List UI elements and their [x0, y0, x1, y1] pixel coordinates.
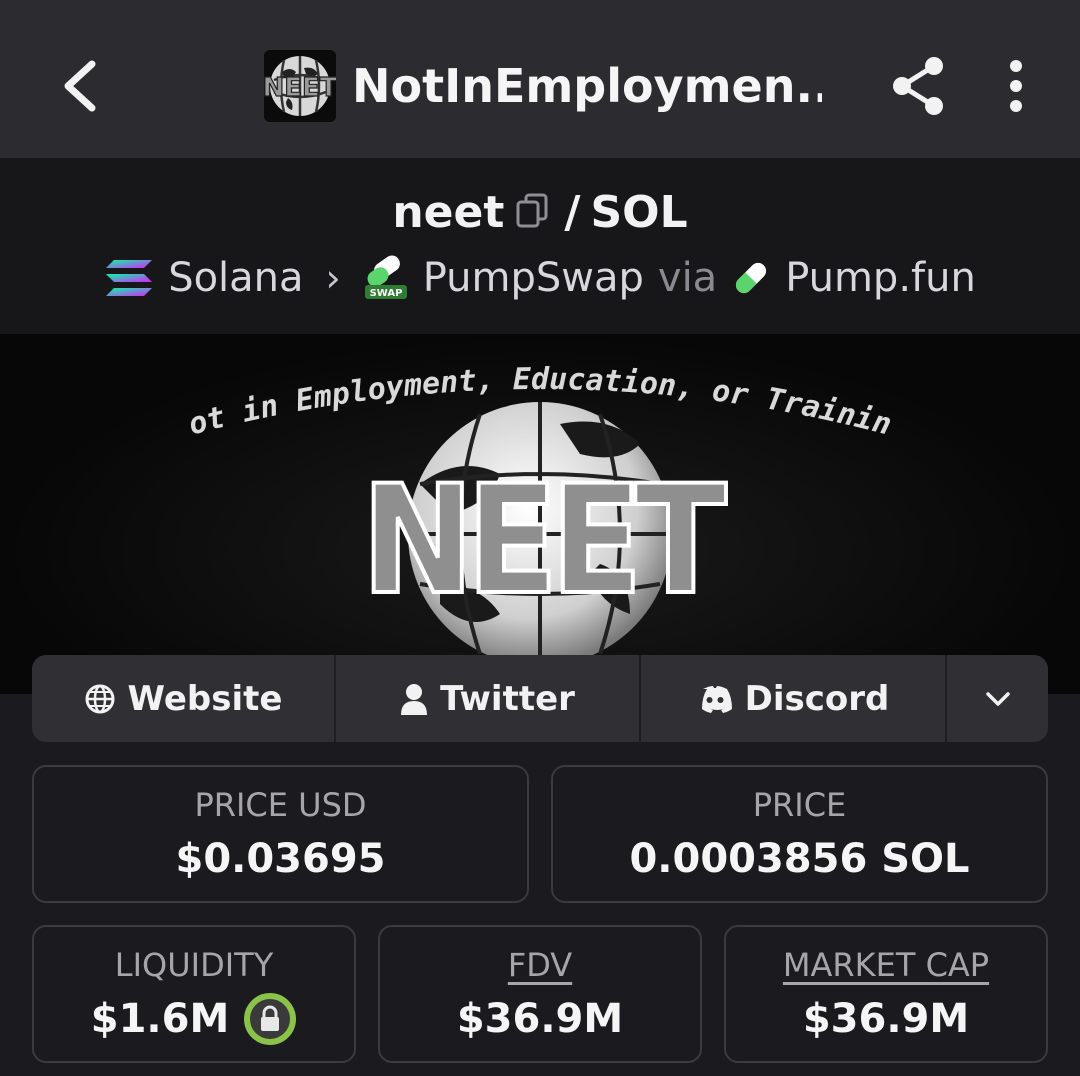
- price-usd-value: $0.03695: [175, 836, 386, 882]
- more-options-button[interactable]: [992, 52, 1040, 120]
- liquidity-card: LIQUIDITY $1.6M: [32, 925, 356, 1063]
- pair-separator: /: [564, 186, 581, 238]
- social-links-bar: Website Twitter Discord: [32, 655, 1048, 742]
- solana-icon: [106, 260, 153, 296]
- page-title: NotInEmploymen...: [352, 59, 822, 113]
- discord-icon: [701, 685, 732, 713]
- globe-logo: NEET: [359, 402, 737, 666]
- price-usd-card: PRICE USD $0.03695: [32, 765, 529, 903]
- globe-icon: [85, 684, 115, 713]
- base-token-symbol: neet: [392, 186, 505, 238]
- price-native-value: 0.0003856 SOL: [629, 836, 970, 882]
- share-icon: [893, 57, 943, 115]
- chain-breadcrumb: Solana › SWAP PumpSwap via Pump.fun: [0, 250, 1080, 306]
- quote-token-symbol: SOL: [590, 186, 688, 238]
- svg-text:SWAP: SWAP: [369, 288, 402, 299]
- banner-arc-text: Not in Employment, Education, or Trainin…: [0, 334, 895, 443]
- lock-icon[interactable]: [243, 992, 297, 1046]
- website-button[interactable]: Website: [32, 655, 336, 742]
- liquidity-label: LIQUIDITY: [114, 946, 274, 984]
- price-usd-label: PRICE USD: [194, 786, 367, 824]
- back-button[interactable]: [50, 52, 110, 120]
- discord-button[interactable]: Discord: [641, 655, 947, 742]
- more-links-button[interactable]: [947, 655, 1048, 742]
- svg-text:NEET: NEET: [264, 73, 336, 103]
- pumpswap-icon: SWAP: [364, 255, 407, 299]
- pair-name: neet / SOL: [0, 180, 1080, 244]
- copy-icon[interactable]: [514, 192, 554, 232]
- token-banner: Not in Employment, Education, or Trainin…: [0, 334, 1080, 694]
- launchpad-name[interactable]: Pump.fun: [785, 255, 976, 301]
- liquidity-value: $1.6M: [90, 996, 230, 1042]
- chain-name[interactable]: Solana: [168, 255, 303, 301]
- dex-name[interactable]: PumpSwap: [423, 255, 644, 301]
- website-label: Website: [127, 678, 283, 719]
- fdv-label[interactable]: FDV: [380, 945, 700, 985]
- twitter-label: Twitter: [440, 678, 575, 719]
- user-icon: [401, 683, 428, 715]
- chevron-down-icon: [985, 691, 1010, 706]
- top-app-bar: NEET NotInEmploymen...: [0, 0, 1080, 158]
- chevron-left-icon: [64, 60, 96, 112]
- via-label: via: [657, 255, 718, 301]
- fdv-value: $36.9M: [456, 996, 624, 1042]
- price-native-label: PRICE: [752, 786, 847, 824]
- more-vertical-icon: [1010, 60, 1022, 112]
- liquidity-row: $1.6M: [34, 993, 354, 1045]
- price-native-card: PRICE 0.0003856 SOL: [551, 765, 1048, 903]
- token-avatar: NEET: [264, 50, 336, 122]
- chevron-right-icon: ›: [325, 256, 341, 300]
- pill-icon: [736, 262, 767, 294]
- svg-text:NEET: NEET: [361, 454, 726, 628]
- discord-label: Discord: [744, 678, 890, 719]
- twitter-button[interactable]: Twitter: [336, 655, 641, 742]
- market-cap-value: $36.9M: [802, 996, 970, 1042]
- market-cap-label[interactable]: MARKET CAP: [726, 945, 1046, 985]
- svg-text:Not in Employment, Education,: Not in Employment, Education, or Trainin…: [0, 334, 895, 443]
- share-button[interactable]: [884, 52, 952, 120]
- market-cap-card: MARKET CAP $36.9M: [724, 925, 1048, 1063]
- fdv-card: FDV $36.9M: [378, 925, 702, 1063]
